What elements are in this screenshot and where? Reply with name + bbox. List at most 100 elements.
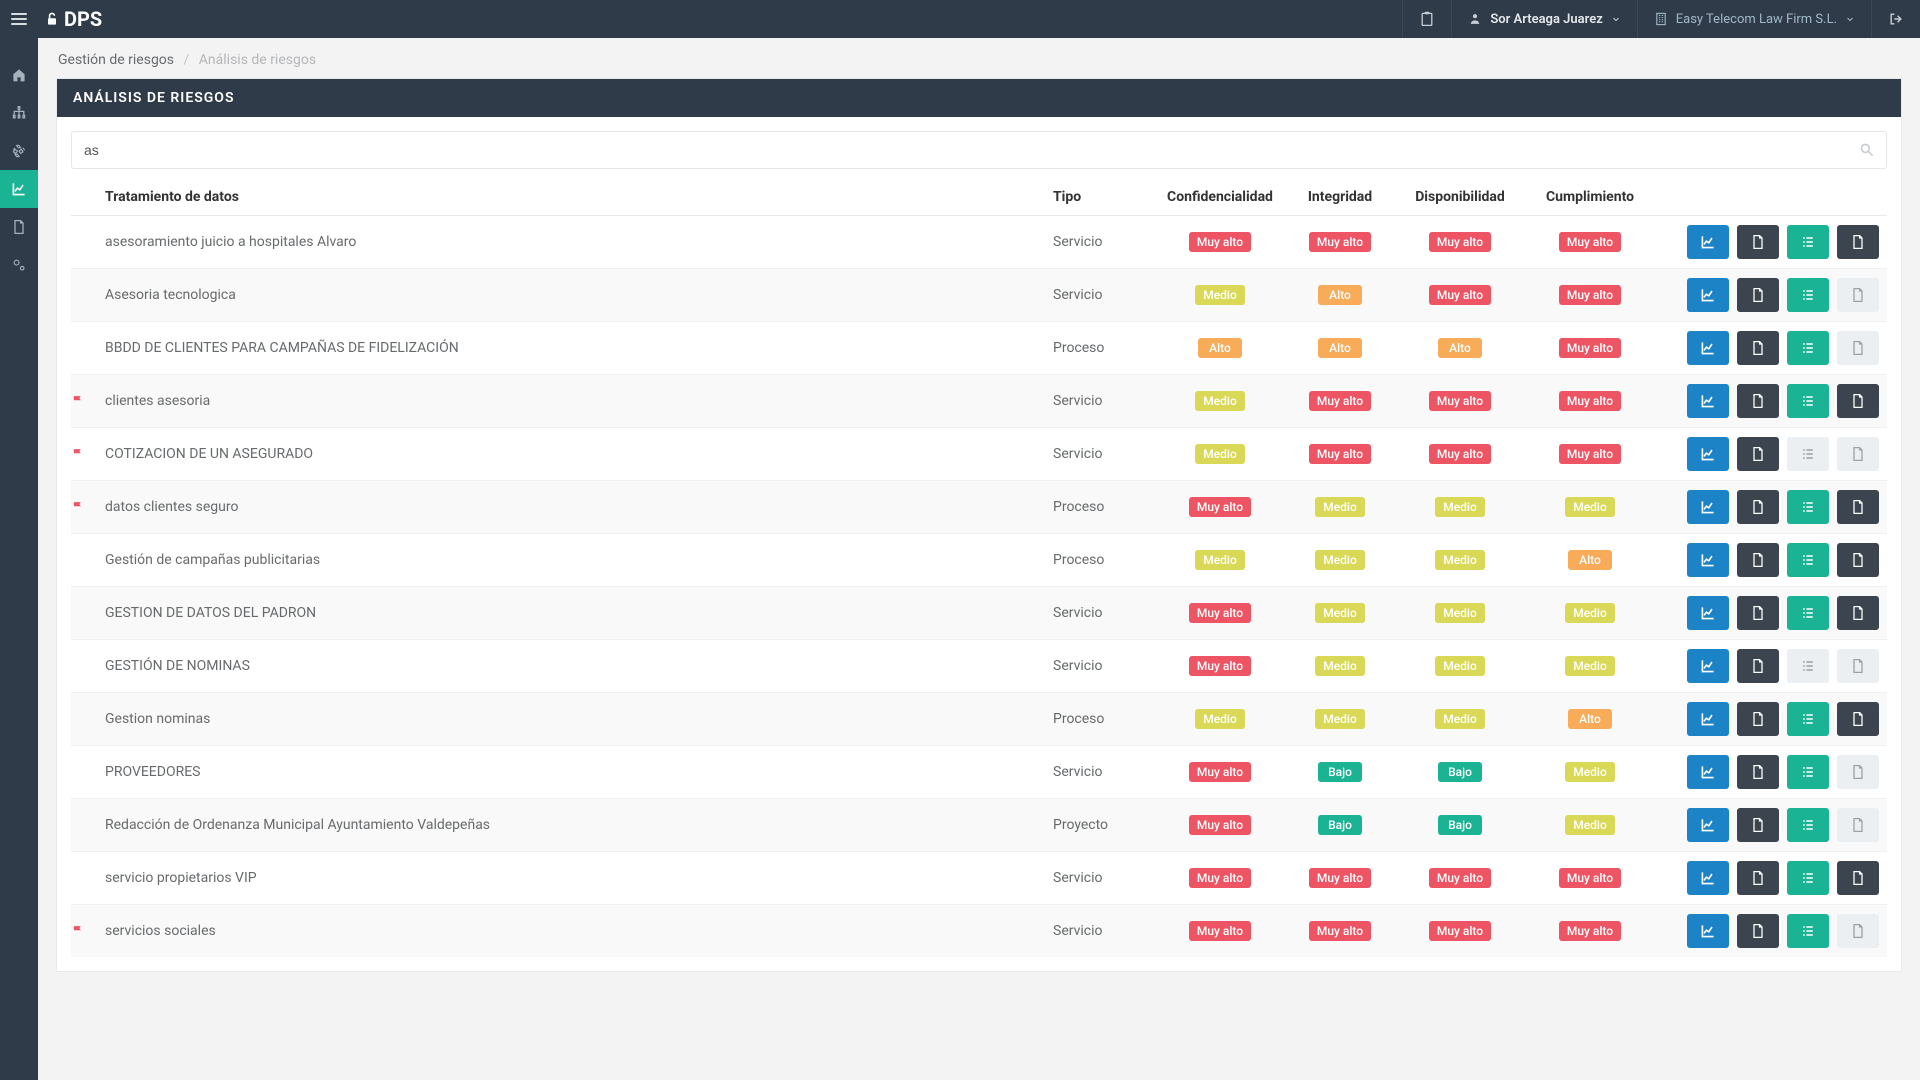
- row-chart-button[interactable]: [1687, 596, 1729, 630]
- row-list-button-icon: [1800, 499, 1816, 515]
- row-doc-button[interactable]: [1737, 755, 1779, 789]
- row-doc-button[interactable]: [1737, 490, 1779, 524]
- row-chart-button[interactable]: [1687, 437, 1729, 471]
- table-row: asesoramiento juicio a hospitales Alvaro…: [71, 216, 1887, 269]
- nav-home[interactable]: [0, 56, 38, 94]
- row-list-button-icon: [1800, 711, 1816, 727]
- row-doc-button[interactable]: [1737, 543, 1779, 577]
- flag-icon: [71, 500, 97, 514]
- search-icon[interactable]: [1859, 142, 1875, 158]
- risk-badge: Medio: [1565, 656, 1615, 676]
- row-list-button[interactable]: [1787, 755, 1829, 789]
- row-chart-button[interactable]: [1687, 702, 1729, 736]
- cell-name: Redacción de Ordenanza Municipal Ayuntam…: [97, 799, 1045, 852]
- row-doc-button[interactable]: [1737, 225, 1779, 259]
- row-doc-button-icon: [1750, 711, 1766, 727]
- company-menu[interactable]: Easy Telecom Law Firm S.L.: [1637, 0, 1871, 38]
- nav-recycle[interactable]: [0, 132, 38, 170]
- row-list-button-icon: [1800, 870, 1816, 886]
- row-list-button[interactable]: [1787, 331, 1829, 365]
- row-doc-button[interactable]: [1737, 649, 1779, 683]
- user-menu[interactable]: Sor Arteaga Juarez: [1451, 0, 1636, 38]
- row-report-button: [1837, 331, 1879, 365]
- lock-icon: [44, 9, 60, 29]
- row-doc-button[interactable]: [1737, 861, 1779, 895]
- row-chart-button[interactable]: [1687, 331, 1729, 365]
- row-list-button[interactable]: [1787, 543, 1829, 577]
- row-chart-button-icon: [1700, 605, 1716, 621]
- row-list-button[interactable]: [1787, 808, 1829, 842]
- row-list-button[interactable]: [1787, 384, 1829, 418]
- row-list-button[interactable]: [1787, 702, 1829, 736]
- row-chart-button[interactable]: [1687, 914, 1729, 948]
- row-report-button-icon: [1850, 923, 1866, 939]
- row-chart-button[interactable]: [1687, 861, 1729, 895]
- table-row: COTIZACION DE UN ASEGURADOServicioMedioM…: [71, 428, 1887, 481]
- risk-badge: Muy alto: [1429, 285, 1491, 305]
- logout-button[interactable]: [1871, 0, 1920, 38]
- row-chart-button-icon: [1700, 234, 1716, 250]
- logo[interactable]: DPS: [44, 7, 102, 31]
- col-cumplimiento[interactable]: Cumplimiento: [1525, 179, 1655, 216]
- row-doc-button[interactable]: [1737, 278, 1779, 312]
- row-chart-button[interactable]: [1687, 490, 1729, 524]
- breadcrumb-root[interactable]: Gestión de riesgos: [58, 52, 174, 68]
- row-chart-button[interactable]: [1687, 543, 1729, 577]
- col-tratamiento[interactable]: Tratamiento de datos: [97, 179, 1045, 216]
- row-list-button[interactable]: [1787, 596, 1829, 630]
- risk-badge: Muy alto: [1429, 444, 1491, 464]
- row-list-button-icon: [1800, 658, 1816, 674]
- row-report-button[interactable]: [1837, 861, 1879, 895]
- nav-sitemap[interactable]: [0, 94, 38, 132]
- flag-icon: [71, 447, 97, 461]
- row-report-button-icon: [1850, 499, 1866, 515]
- row-chart-button[interactable]: [1687, 278, 1729, 312]
- row-doc-button[interactable]: [1737, 808, 1779, 842]
- row-doc-button[interactable]: [1737, 702, 1779, 736]
- nav-docs[interactable]: [0, 208, 38, 246]
- row-chart-button[interactable]: [1687, 808, 1729, 842]
- menu-toggle[interactable]: [0, 0, 38, 38]
- row-chart-button[interactable]: [1687, 649, 1729, 683]
- search-input[interactable]: [71, 131, 1887, 169]
- row-report-button[interactable]: [1837, 490, 1879, 524]
- row-doc-button[interactable]: [1737, 596, 1779, 630]
- row-chart-button-icon: [1700, 817, 1716, 833]
- col-disponibilidad[interactable]: Disponibilidad: [1395, 179, 1525, 216]
- row-chart-button[interactable]: [1687, 755, 1729, 789]
- row-list-button[interactable]: [1787, 861, 1829, 895]
- cell-name: datos clientes seguro: [97, 481, 1045, 534]
- row-report-button[interactable]: [1837, 225, 1879, 259]
- table-row: servicio propietarios VIPServicioMuy alt…: [71, 852, 1887, 905]
- nav-settings[interactable]: [0, 246, 38, 284]
- breadcrumb-current: Análisis de riesgos: [199, 52, 316, 68]
- row-report-button[interactable]: [1837, 702, 1879, 736]
- risk-badge: Muy alto: [1559, 285, 1621, 305]
- row-doc-button[interactable]: [1737, 437, 1779, 471]
- col-integridad[interactable]: Integridad: [1285, 179, 1395, 216]
- row-chart-button[interactable]: [1687, 225, 1729, 259]
- col-tipo[interactable]: Tipo: [1045, 179, 1155, 216]
- row-doc-button[interactable]: [1737, 914, 1779, 948]
- row-list-button[interactable]: [1787, 490, 1829, 524]
- row-doc-button[interactable]: [1737, 384, 1779, 418]
- nav-analytics[interactable]: [0, 170, 38, 208]
- row-list-button[interactable]: [1787, 914, 1829, 948]
- row-report-button[interactable]: [1837, 596, 1879, 630]
- row-list-button[interactable]: [1787, 278, 1829, 312]
- row-list-button-icon: [1800, 340, 1816, 356]
- row-list-button-icon: [1800, 923, 1816, 939]
- row-report-button[interactable]: [1837, 543, 1879, 577]
- row-doc-button-icon: [1750, 499, 1766, 515]
- col-confidencialidad[interactable]: Confidencialidad: [1155, 179, 1285, 216]
- clipboard-button[interactable]: [1402, 0, 1451, 38]
- risk-badge: Muy alto: [1559, 868, 1621, 888]
- cell-name: clientes asesoria: [97, 375, 1045, 428]
- row-list-button-icon: [1800, 446, 1816, 462]
- row-report-button[interactable]: [1837, 384, 1879, 418]
- row-chart-button[interactable]: [1687, 384, 1729, 418]
- row-list-button[interactable]: [1787, 225, 1829, 259]
- risk-badge: Bajo: [1438, 762, 1482, 782]
- row-doc-button[interactable]: [1737, 331, 1779, 365]
- row-list-button-icon: [1800, 764, 1816, 780]
